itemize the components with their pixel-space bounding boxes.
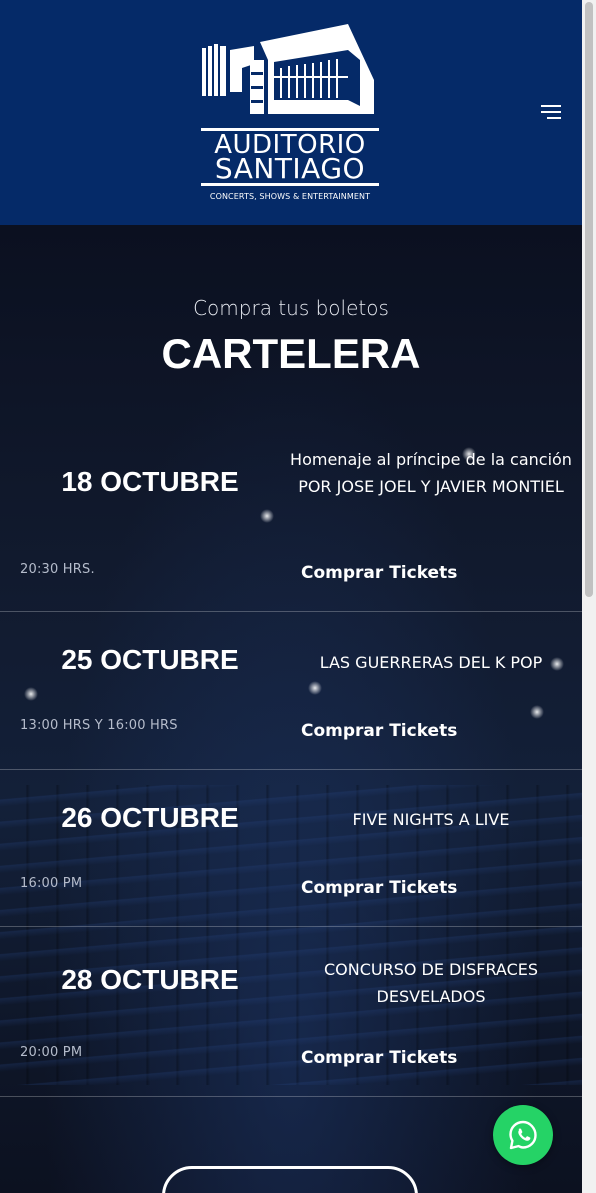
hamburger-menu-icon[interactable] — [538, 100, 564, 124]
view-more-button[interactable] — [162, 1166, 418, 1193]
event-date: 18 OCTUBRE — [61, 466, 239, 497]
event-time: 16:00 PM — [20, 876, 83, 891]
event-date: 25 OCTUBRE — [61, 644, 239, 675]
site-header: AUDITORIO SANTIAGO CONCERTS, SHOWS & ENT… — [0, 0, 582, 225]
auditorio-santiago-logo[interactable]: AUDITORIO SANTIAGO CONCERTS, SHOWS & ENT… — [198, 20, 382, 205]
event-name: CONCURSO DE DISFRACES DESVELADOS — [323, 960, 539, 1006]
event-time: 20:00 PM — [20, 1045, 83, 1060]
divider — [0, 926, 582, 927]
buy-tickets-button[interactable]: Comprar Tickets — [301, 878, 457, 898]
section-subtitle: Compra tus boletos — [193, 296, 389, 320]
divider — [0, 1096, 582, 1097]
event-date: 26 OCTUBRE — [61, 802, 239, 833]
event-time: 13:00 HRS Y 16:00 HRS — [20, 718, 178, 733]
event-name: Homenaje al príncipe de la canción POR J… — [290, 450, 572, 496]
whatsapp-button[interactable] — [493, 1105, 553, 1165]
scrollbar-thumb[interactable] — [585, 2, 593, 597]
event-name: LAS GUERRERAS DEL K POP — [319, 653, 543, 672]
buy-tickets-button[interactable]: Comprar Tickets — [301, 1048, 457, 1068]
event-name: FIVE NIGHTS A LIVE — [352, 810, 510, 829]
divider — [0, 611, 582, 612]
page-title: CARTELERA — [161, 330, 421, 377]
buy-tickets-button[interactable]: Comprar Tickets — [301, 563, 457, 583]
event-date: 28 OCTUBRE — [61, 964, 239, 995]
logo-line-2: SANTIAGO — [214, 152, 366, 185]
event-time: 20:30 HRS. — [20, 562, 95, 577]
divider — [0, 769, 582, 770]
auditorium-building-icon — [202, 24, 374, 114]
whatsapp-icon — [509, 1120, 537, 1150]
logo-rule-bottom — [201, 183, 379, 186]
buy-tickets-button[interactable]: Comprar Tickets — [301, 721, 457, 741]
logo-tagline: CONCERTS, SHOWS & ENTERTAINMENT — [209, 192, 371, 201]
